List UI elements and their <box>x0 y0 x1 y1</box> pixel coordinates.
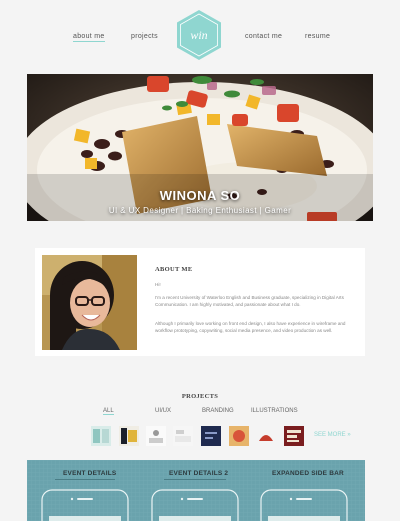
showcase-label-event-details-2: EVENT DETAILS 2 <box>169 470 229 477</box>
project-showcase: EVENT DETAILS EVENT DETAILS 2 EXPANDED S… <box>27 460 365 521</box>
showcase-divider <box>55 479 115 480</box>
top-nav: about me projects win contact me resume <box>0 0 400 74</box>
hero-name: WINONA SO <box>159 188 241 203</box>
project-thumb[interactable] <box>284 426 304 446</box>
project-thumb[interactable] <box>229 426 249 446</box>
project-thumb[interactable] <box>119 426 139 446</box>
nav-resume[interactable]: resume <box>305 33 330 40</box>
projects-title: PROJECTS <box>181 393 219 400</box>
profile-photo-image <box>42 255 137 350</box>
profile-photo <box>42 255 137 350</box>
about-paragraph-1: I'm a recent University of Waterloo Engl… <box>155 295 344 307</box>
showcase-label-expanded-side-bar: EXPANDED SIDE BAR <box>272 470 344 477</box>
see-more-link[interactable]: SEE MORE » <box>314 432 351 438</box>
hero-banner: WINONA SO UI & UX Designer | Baking Enth… <box>27 74 373 221</box>
project-thumb[interactable] <box>173 426 193 446</box>
about-greeting: Hi! <box>155 282 161 287</box>
logo-hexagon-icon: win <box>177 10 221 60</box>
filter-illustrations[interactable]: ILLUSTRATIONS <box>251 408 298 414</box>
filter-ui-ux[interactable]: UI/UX <box>155 408 171 414</box>
nav-projects[interactable]: projects <box>131 33 158 40</box>
hero-tagline: UI & UX Designer | Baking Enthusiast | G… <box>108 206 292 215</box>
about-paragraph-2: Although I primarily love working on fro… <box>155 321 346 333</box>
nav-about-me[interactable]: about me <box>73 33 105 42</box>
project-thumb[interactable] <box>91 426 111 446</box>
filter-all[interactable]: ALL <box>103 408 114 415</box>
showcase-divider <box>164 479 226 480</box>
filter-branding[interactable]: BRANDING <box>202 408 234 414</box>
showcase-label-event-details: EVENT DETAILS <box>63 470 117 477</box>
nav-contact-me[interactable]: contact me <box>245 33 282 40</box>
logo[interactable]: win <box>175 9 223 61</box>
project-thumb[interactable] <box>201 426 221 446</box>
about-title: ABOUT ME <box>155 266 193 273</box>
logo-text: win <box>190 28 207 42</box>
project-thumb[interactable] <box>146 426 166 446</box>
about-card: ABOUT ME Hi! I'm a recent University of … <box>35 248 365 356</box>
project-thumb[interactable] <box>256 426 276 446</box>
